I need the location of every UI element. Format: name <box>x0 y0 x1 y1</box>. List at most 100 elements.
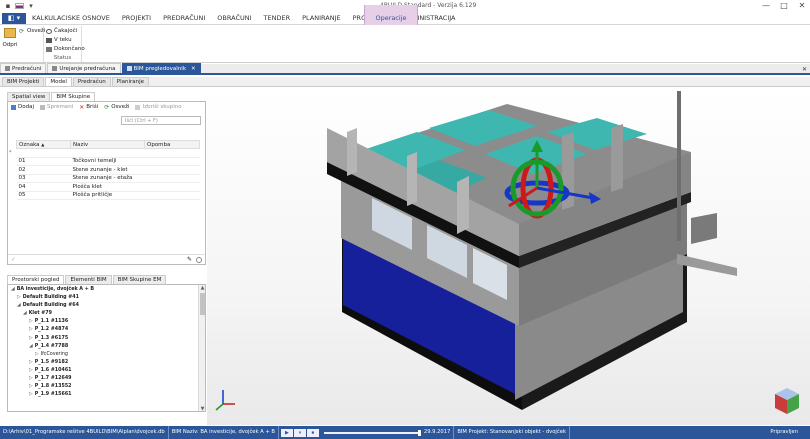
remove-group-button[interactable]: Izbriši skupino <box>135 104 182 110</box>
dropdown-quick-icon[interactable]: ▾ <box>27 2 35 10</box>
tree-item[interactable]: ◢ Default Building #64 <box>8 302 205 310</box>
close-button[interactable]: ✕ <box>796 1 808 11</box>
tree-item[interactable]: ▷ P_1.1 #1136 <box>8 318 205 326</box>
ribbon-tab-tender[interactable]: TENDER <box>258 12 297 25</box>
pause-button[interactable]: ⏸ <box>293 428 306 437</box>
tree-item[interactable]: ▷ P_1.6 #10461 <box>8 367 205 375</box>
tree-item[interactable]: ▷ P_1.9 #15661 <box>8 391 205 399</box>
tree-scrollbar[interactable]: ▲ ▼ <box>198 285 205 411</box>
column-header-oznaka[interactable]: Oznaka ▲ <box>16 140 71 149</box>
doc-tab-urejanje-predracuna[interactable]: Urejanje predračuna <box>47 63 121 73</box>
table-row[interactable]: 04 Plošča klet <box>16 182 200 192</box>
tab-planiranje[interactable]: Planiranje <box>111 77 150 86</box>
ribbon-tab-projekti[interactable]: PROJEKTI <box>116 12 157 25</box>
collapsed-arrow-icon[interactable]: ▷ <box>29 368 33 373</box>
tab-bim-skupine-em[interactable]: BIM Skupine EM <box>112 275 167 284</box>
tab-prostorski-pogled[interactable]: Prostorski pogled <box>7 275 65 284</box>
tab-model[interactable]: Model <box>45 77 72 86</box>
save-button[interactable]: Spremeni <box>40 104 73 110</box>
status-inprogress-button[interactable]: V teku <box>46 37 72 43</box>
tab-bim-skupine[interactable]: BIM Skupine <box>51 92 96 101</box>
search-input[interactable]: Išči (Ctrl + F) <box>121 116 201 125</box>
expanded-arrow-icon[interactable]: ◢ <box>29 344 33 349</box>
scroll-up-icon[interactable]: ▲ <box>199 285 205 291</box>
tree-item[interactable]: ◢ P_1.4 #7788 <box>8 343 205 351</box>
collapsed-arrow-icon[interactable]: ▷ <box>29 336 33 341</box>
tree-item[interactable]: ◢ Klet #79 <box>8 310 205 318</box>
cell-note <box>144 182 200 192</box>
collapsed-arrow-icon[interactable]: ▷ <box>29 392 33 397</box>
tree-item[interactable]: ▷ Default Building #41 <box>8 294 205 302</box>
expanded-arrow-icon[interactable]: ◢ <box>17 303 21 308</box>
add-button[interactable]: Dodaj <box>11 104 34 110</box>
pencil-icon[interactable]: ✎ <box>187 257 193 263</box>
minimize-button[interactable]: — <box>760 1 772 11</box>
settings-icon[interactable] <box>196 257 202 263</box>
doc-tab-predracuni[interactable]: Predračuni <box>0 63 47 73</box>
close-tab-icon[interactable]: ✕ <box>191 64 196 74</box>
column-header-naziv[interactable]: Naziv <box>70 140 145 149</box>
ribbon-tab-operacije[interactable]: Operacije <box>364 5 418 25</box>
tree-item[interactable]: ◢ BA investicije, dvojček A + B <box>8 286 205 294</box>
close-panel-icon[interactable]: ✕ <box>802 66 807 73</box>
new-row[interactable] <box>16 148 200 158</box>
app-menu-button[interactable]: ◧ ▾ <box>2 12 26 24</box>
bim-3d-viewport[interactable] <box>207 88 810 425</box>
tree-item-label: P_1.3 #6175 <box>34 335 69 341</box>
tree-item[interactable]: ▷ P_1.3 #6175 <box>8 335 205 343</box>
view-cube-icon[interactable] <box>775 388 799 414</box>
stop-button[interactable]: ⏹ <box>306 428 319 437</box>
ribbon-tab-kalkulacijske-osnove[interactable]: KALKULACISKE OSNOVE <box>26 12 116 25</box>
open-button[interactable]: Odpri <box>2 28 18 48</box>
document-icon <box>5 66 10 71</box>
timeline-thumb[interactable] <box>417 429 421 436</box>
tree-item[interactable]: ▷ IfcCovering <box>8 351 205 359</box>
tree-item-label: P_1.9 #15661 <box>34 392 72 398</box>
collapsed-arrow-icon[interactable]: ▷ <box>29 319 33 324</box>
document-icon <box>126 66 132 71</box>
doc-tab-bim-pregledovalnik[interactable]: BIM pregledovalnik ✕ <box>121 63 201 74</box>
expanded-arrow-icon[interactable]: ◢ <box>23 311 27 316</box>
status-done-button[interactable]: Dokončano <box>46 46 85 52</box>
maximize-button[interactable]: □ <box>778 1 790 11</box>
tree-item-label: Default Building #41 <box>22 295 79 301</box>
tree-item[interactable]: ▷ P_1.2 #4874 <box>8 326 205 334</box>
tab-spatial-view[interactable]: Spatial view <box>7 92 51 101</box>
scroll-down-icon[interactable]: ▼ <box>199 406 205 411</box>
status-waiting-button[interactable]: Čakajoči <box>46 28 77 34</box>
ribbon-tab-planiranje[interactable]: PLANIRANJE <box>296 12 347 25</box>
scroll-thumb[interactable] <box>200 293 205 315</box>
refresh-button[interactable]: ⟳ Osveži <box>19 28 45 34</box>
table-row[interactable]: 05 Plošča pritličje <box>16 191 200 200</box>
collapsed-arrow-icon[interactable]: ▷ <box>35 352 39 357</box>
collapsed-arrow-icon[interactable]: ▷ <box>29 360 33 365</box>
tree-item[interactable]: ▷ P_1.7 #12649 <box>8 375 205 383</box>
tree-items: ◢ BA investicije, dvojček A + B ▷ Default B… <box>8 285 205 399</box>
ribbon-tab-obracuni[interactable]: OBRAČUNI <box>211 12 257 25</box>
ribbon-tab-predracuni[interactable]: PREDRAČUNI <box>157 12 211 25</box>
ribbon-group-status: Čakajoči V teku Dokončano Status <box>44 26 85 62</box>
table-row[interactable]: 02 Stene zunanje - klet <box>16 165 200 175</box>
status-waiting-label: Čakajoči <box>54 28 78 34</box>
save-quick-icon[interactable]: ▪ <box>4 2 12 10</box>
table-row[interactable]: 03 Stene zunanje - etaža <box>16 174 200 183</box>
tree-item[interactable]: ▷ P_1.8 #13552 <box>8 383 205 391</box>
play-button[interactable]: ▶ <box>280 428 293 437</box>
check-icon[interactable]: ✓ <box>11 257 17 263</box>
tab-bim-projekti[interactable]: BIM Projekti <box>2 77 45 86</box>
collapsed-arrow-icon[interactable]: ▷ <box>17 295 21 300</box>
collapsed-arrow-icon[interactable]: ▷ <box>29 384 33 389</box>
language-flag-icon[interactable] <box>15 3 24 9</box>
column-header-opomba[interactable]: Opomba <box>144 140 200 149</box>
tab-predracun[interactable]: Predračun <box>72 77 111 86</box>
table-row[interactable]: 01 Točkovni temelji <box>16 157 200 166</box>
collapsed-arrow-icon[interactable]: ▷ <box>29 376 33 381</box>
refresh-groups-button[interactable]: ⟳ Osveži <box>104 104 129 110</box>
expanded-arrow-icon[interactable]: ◢ <box>11 287 15 292</box>
building-model[interactable] <box>207 88 810 425</box>
tree-item[interactable]: ▷ P_1.5 #9182 <box>8 359 205 367</box>
tab-elementi-bim[interactable]: Elementi BIM <box>65 275 112 284</box>
timeline-slider[interactable] <box>323 429 421 436</box>
collapsed-arrow-icon[interactable]: ▷ <box>29 327 33 332</box>
delete-button[interactable]: ✕ Briši <box>79 104 98 110</box>
